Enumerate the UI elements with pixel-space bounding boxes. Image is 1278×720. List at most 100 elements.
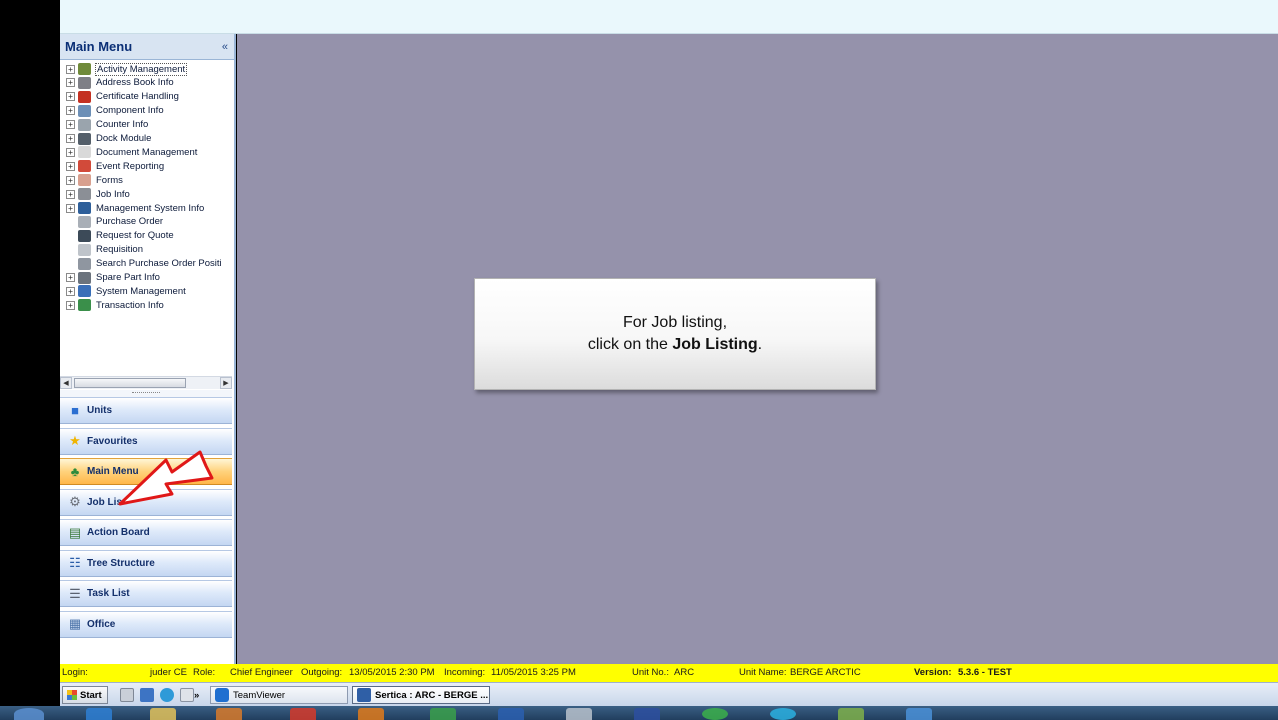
unit-no-label: Unit No.: — [632, 667, 669, 678]
expand-plus-icon[interactable]: + — [66, 134, 75, 143]
job-list-tools-icon: ⚙ — [69, 494, 81, 509]
os-skype-icon[interactable] — [770, 708, 796, 720]
nav-button-job-lis[interactable]: ⚙ Job Lis — [60, 488, 232, 516]
os-outlook-icon[interactable] — [498, 708, 524, 720]
tree-horizontal-scrollbar[interactable]: ◀ ▶ — [60, 376, 232, 389]
os-folder-icon[interactable] — [150, 708, 176, 720]
taskbar-teamviewer-button[interactable]: TeamViewer — [210, 686, 348, 704]
expand-plus-icon[interactable]: + — [66, 92, 75, 102]
navigation-panel: ■ Units ★ Favourites ♣ Main Menu ⚙ Job Lis ▤ Acti… — [60, 397, 232, 664]
nav-button-favourites[interactable]: ★ Favourites — [60, 427, 232, 455]
tree-item-label: Certificate Handling — [96, 91, 179, 103]
version-label: Version: — [914, 667, 952, 678]
tree-item[interactable]: + Counter Info — [60, 118, 149, 132]
tree-item[interactable]: + Job Info — [60, 187, 131, 201]
unit-no-value: ARC — [674, 667, 695, 678]
version-value: 5.3.6 - TEST — [958, 667, 1012, 678]
tree-item[interactable]: + Address Book Info — [60, 76, 175, 90]
os-chat-icon[interactable] — [702, 708, 728, 720]
expand-plus-icon[interactable]: + — [66, 64, 75, 74]
action-board-icon: ▤ — [68, 524, 82, 540]
quick-launch-app-icon[interactable] — [180, 686, 194, 704]
scroll-right-icon[interactable]: ▶ — [220, 377, 232, 389]
search-order-icon — [78, 257, 91, 270]
tree-item-label: Dock Module — [96, 133, 152, 144]
tree-item[interactable]: + Event Reporting — [60, 159, 165, 173]
taskbar-sertica-button[interactable]: Sertica : ARC - BERGE ... — [352, 686, 490, 704]
expand-plus-icon[interactable]: + — [66, 147, 75, 157]
tree-item[interactable]: Requisition — [60, 243, 144, 257]
tree-item[interactable]: + System Management — [60, 284, 187, 298]
requisition-icon — [78, 243, 91, 256]
tree-item-label: Component Info — [96, 105, 164, 117]
expand-plus-icon[interactable]: + — [66, 300, 75, 310]
tree-item[interactable]: Request for Quote — [60, 229, 175, 243]
tree-item[interactable]: + Certificate Handling — [60, 90, 180, 104]
unit-name-label: Unit Name: — [739, 667, 787, 678]
os-app-green-icon[interactable] — [838, 708, 864, 720]
quick-launch-desktop-icon[interactable] — [120, 686, 134, 704]
os-firefox-icon[interactable] — [358, 708, 384, 720]
certificate-icon — [78, 90, 91, 103]
nav-button-units[interactable]: ■ Units — [60, 397, 232, 424]
callout-line-1: For Job listing, — [622, 314, 728, 331]
tree-item[interactable]: + Activity Management — [60, 62, 188, 76]
os-app-red-icon[interactable] — [290, 708, 316, 720]
panel-splitter[interactable] — [60, 390, 232, 397]
expand-plus-icon[interactable]: + — [66, 203, 75, 213]
tutorial-callout: For Job listing, click on the Job Listin… — [474, 278, 876, 390]
nav-button-task-list[interactable]: ☰ Task List — [60, 580, 232, 607]
tree-item[interactable]: + Forms — [60, 173, 124, 187]
tree-item[interactable]: + Dock Module — [60, 132, 152, 146]
expand-plus-icon[interactable]: + — [66, 273, 75, 282]
task-list-icon: ☰ — [69, 585, 81, 601]
os-document-icon[interactable] — [634, 708, 660, 720]
tree-item[interactable]: + Spare Part Info — [60, 271, 161, 285]
units-cube-icon: ■ — [71, 403, 79, 418]
tree-item[interactable]: + Component Info — [60, 104, 165, 118]
teamviewer-icon — [215, 688, 229, 702]
office-icon: ▦ — [68, 616, 82, 631]
tree-item[interactable]: + Transaction Info — [60, 298, 165, 312]
scroll-thumb[interactable] — [74, 378, 186, 388]
login-label: Login: — [62, 667, 88, 678]
incoming-value: 11/05/2015 3:25 PM — [491, 667, 576, 678]
quick-launch-browser-icon[interactable] — [160, 686, 174, 704]
quote-request-icon — [78, 229, 91, 242]
nav-button-office[interactable]: ▦ Office — [60, 610, 232, 638]
os-start-orb-icon[interactable] — [14, 708, 44, 720]
os-drive-icon[interactable] — [430, 708, 456, 720]
nav-button-tree-structure[interactable]: ☷ Tree Structure — [60, 549, 232, 577]
incoming-label: Incoming: — [444, 667, 486, 678]
tree-item-label: Forms — [96, 174, 123, 186]
tree-item[interactable]: + Document Management — [60, 145, 198, 159]
nav-button-action-board[interactable]: ▤ Action Board — [60, 519, 232, 546]
tree-item-label: Document Management — [96, 146, 198, 158]
os-window-icon[interactable] — [566, 708, 592, 720]
tree-item[interactable]: Search Purchase Order Positi — [60, 257, 223, 271]
outgoing-value: 13/05/2015 2:30 PM — [349, 667, 435, 678]
expand-plus-icon[interactable]: + — [66, 189, 75, 199]
activity-icon — [78, 63, 91, 75]
quick-launch-explorer-icon[interactable] — [140, 686, 154, 704]
os-browser-icon[interactable] — [86, 708, 112, 720]
expand-plus-icon[interactable]: + — [66, 78, 75, 88]
nav-button-label: Action Board — [87, 527, 150, 538]
nav-button-main-menu[interactable]: ♣ Main Menu — [60, 458, 232, 485]
scroll-left-icon[interactable]: ◀ — [60, 377, 72, 389]
nav-button-label: Units — [87, 405, 112, 416]
os-media-icon[interactable] — [216, 708, 242, 720]
sertica-app-icon — [357, 688, 371, 702]
expand-plus-icon[interactable]: + — [66, 120, 75, 130]
tree-item-label: Counter Info — [96, 119, 149, 131]
tree-item[interactable]: Purchase Order — [60, 215, 164, 229]
tree-item[interactable]: + Management System Info — [60, 201, 205, 215]
os-teamviewer-icon[interactable] — [906, 708, 932, 720]
expand-plus-icon[interactable]: + — [66, 175, 75, 185]
expand-plus-icon[interactable]: + — [66, 106, 75, 116]
taskbar-overflow-icon[interactable]: » — [194, 686, 199, 704]
start-button[interactable]: Start — [62, 686, 108, 704]
collapse-sidebar-button[interactable]: « — [222, 41, 228, 53]
expand-plus-icon[interactable]: + — [66, 161, 75, 171]
expand-plus-icon[interactable]: + — [66, 286, 75, 296]
